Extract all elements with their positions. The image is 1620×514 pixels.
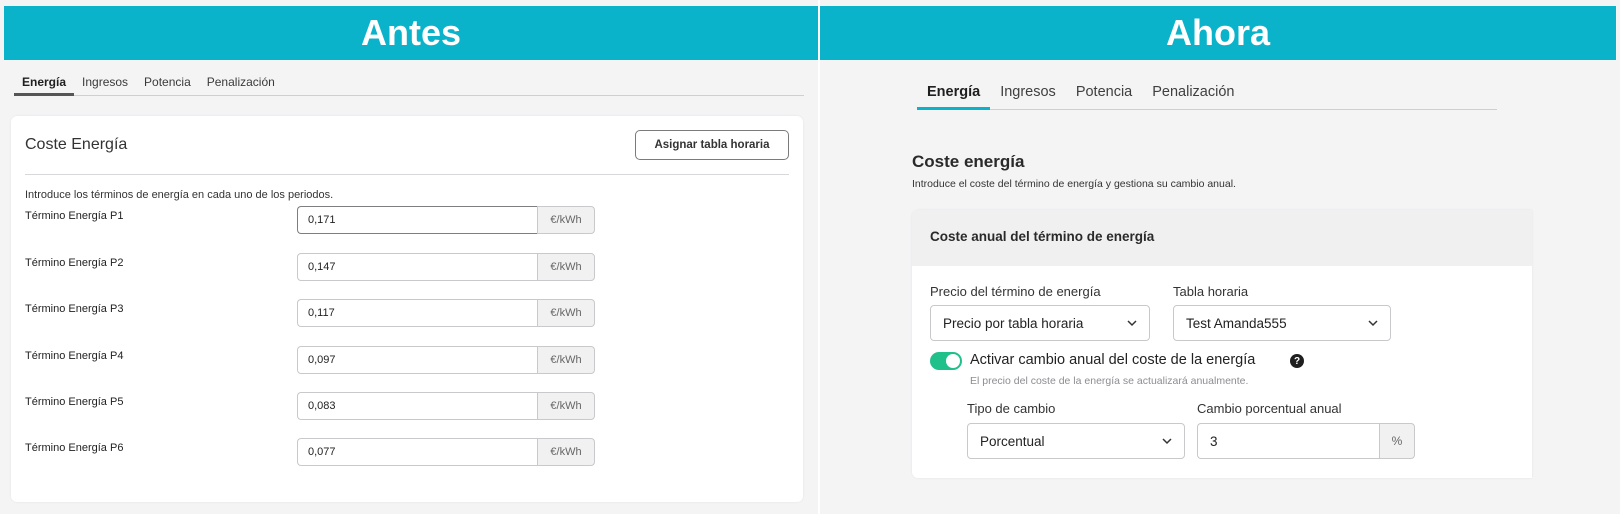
energy-term-input-p2[interactable] <box>297 253 537 281</box>
price-term-label: Precio del término de energía <box>930 284 1101 299</box>
change-type-select[interactable]: Porcentual <box>967 423 1185 459</box>
before-tab-potencia[interactable]: Potencia <box>136 72 199 96</box>
energy-term-input-group: €/kWh <box>297 346 595 374</box>
change-type-select-value: Porcentual <box>980 433 1045 449</box>
energy-term-row-p4: Término Energía P4 €/kWh <box>25 346 625 376</box>
energy-term-unit: €/kWh <box>537 299 595 327</box>
price-term-select[interactable]: Precio por tabla horaria <box>930 305 1150 341</box>
after-tab-ingresos[interactable]: Ingresos <box>990 80 1066 110</box>
energy-term-unit: €/kWh <box>537 392 595 420</box>
before-energy-cost-card: Coste Energía Asignar tabla horaria Intr… <box>11 116 803 502</box>
energy-term-input-group: €/kWh <box>297 392 595 420</box>
chevron-down-icon <box>1162 436 1172 446</box>
change-type-label: Tipo de cambio <box>967 401 1056 416</box>
after-section-title: Coste energía <box>912 152 1025 171</box>
annual-cost-card: Coste anual del término de energía Preci… <box>912 210 1532 478</box>
after-banner: Ahora <box>820 6 1616 60</box>
before-card-intro: Introduce los términos de energía en cad… <box>25 189 334 201</box>
annual-change-toggle-label: Activar cambio anual del coste de la ene… <box>970 352 1256 368</box>
energy-term-input-p1[interactable] <box>297 206 537 234</box>
before-tab-ingresos[interactable]: Ingresos <box>74 72 136 96</box>
energy-term-input-p4[interactable] <box>297 346 537 374</box>
energy-term-input-group: €/kWh <box>297 253 595 281</box>
energy-term-label: Término Energía P4 <box>25 350 124 362</box>
price-term-select-value: Precio por tabla horaria <box>943 315 1084 331</box>
energy-term-label: Término Energía P1 <box>25 210 124 222</box>
energy-term-unit: €/kWh <box>537 253 595 281</box>
chevron-down-icon <box>1368 318 1378 328</box>
energy-term-input-p5[interactable] <box>297 392 537 420</box>
before-tab-penalizacion[interactable]: Penalización <box>199 72 283 96</box>
energy-term-unit: €/kWh <box>537 438 595 466</box>
toggle-knob <box>946 354 960 368</box>
annual-change-unit: % <box>1379 423 1415 459</box>
before-card-divider <box>25 174 789 175</box>
before-panel: Antes Energía Ingresos Potencia Penaliza… <box>0 0 818 514</box>
energy-term-input-group: €/kWh <box>297 206 595 234</box>
energy-term-input-p6[interactable] <box>297 438 537 466</box>
energy-term-unit: €/kWh <box>537 206 595 234</box>
annual-change-toggle[interactable] <box>930 352 962 370</box>
energy-term-input-group: €/kWh <box>297 299 595 327</box>
after-tab-penalizacion[interactable]: Penalización <box>1142 80 1244 110</box>
energy-term-input-group: €/kWh <box>297 438 595 466</box>
before-banner: Antes <box>4 6 818 60</box>
before-card-title: Coste Energía <box>25 136 128 153</box>
energy-term-label: Término Energía P6 <box>25 442 124 454</box>
energy-term-unit: €/kWh <box>537 346 595 374</box>
help-icon[interactable]: ? <box>1290 354 1304 368</box>
schedule-table-select[interactable]: Test Amanda555 <box>1173 305 1391 341</box>
energy-term-row-p3: Término Energía P3 €/kWh <box>25 299 625 329</box>
before-tab-energia[interactable]: Energía <box>14 72 75 96</box>
after-tab-bar: Energía Ingresos Potencia Penalización <box>917 80 1497 110</box>
annual-change-hint: El precio del coste de la energía se act… <box>970 375 1249 387</box>
annual-change-label: Cambio porcentual anual <box>1197 401 1342 416</box>
energy-term-row-p2: Término Energía P2 €/kWh <box>25 253 625 283</box>
after-section-subtitle: Introduce el coste del término de energí… <box>912 178 1236 190</box>
after-tab-potencia[interactable]: Potencia <box>1066 80 1142 110</box>
annual-change-input-group: % <box>1197 423 1415 459</box>
energy-term-row-p5: Término Energía P5 €/kWh <box>25 392 625 422</box>
schedule-table-select-value: Test Amanda555 <box>1186 315 1287 331</box>
chevron-down-icon <box>1127 318 1137 328</box>
energy-term-row-p1: Término Energía P1 €/kWh <box>25 206 625 236</box>
annual-change-input[interactable] <box>1197 423 1379 459</box>
annual-cost-card-title: Coste anual del término de energía <box>912 210 1532 266</box>
energy-term-label: Término Energía P5 <box>25 396 124 408</box>
energy-term-row-p6: Término Energía P6 €/kWh <box>25 438 625 468</box>
energy-term-label: Término Energía P2 <box>25 257 124 269</box>
schedule-table-label: Tabla horaria <box>1173 284 1249 299</box>
assign-schedule-button[interactable]: Asignar tabla horaria <box>635 130 789 160</box>
after-panel: Ahora Energía Ingresos Potencia Penaliza… <box>820 0 1620 514</box>
after-tab-energia[interactable]: Energía <box>917 80 991 110</box>
energy-term-input-p3[interactable] <box>297 299 537 327</box>
before-tab-bar: Energía Ingresos Potencia Penalización <box>14 72 804 96</box>
energy-term-label: Término Energía P3 <box>25 303 124 315</box>
